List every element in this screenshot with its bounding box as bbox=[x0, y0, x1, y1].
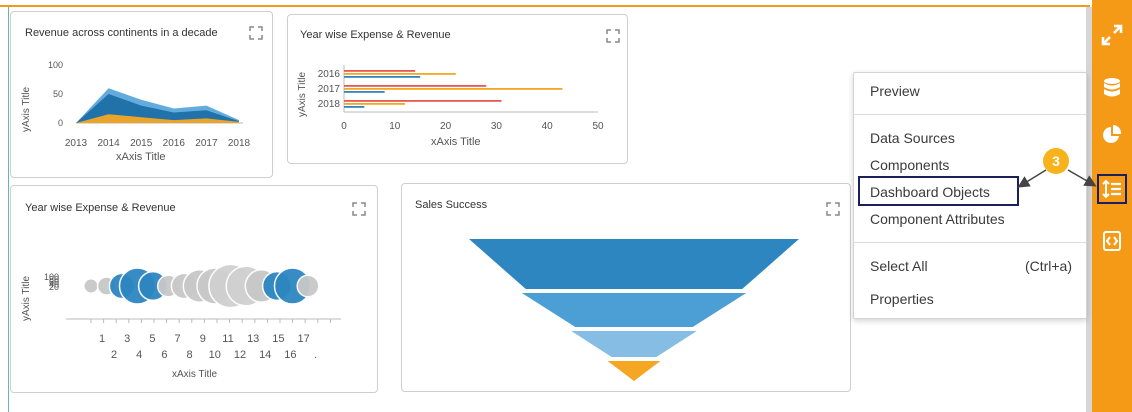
x-tick-label: 1 bbox=[99, 333, 105, 345]
y-tick-label: 100 bbox=[48, 60, 63, 70]
pie-chart-icon bbox=[1103, 124, 1122, 143]
x-tick-label: 3 bbox=[124, 333, 130, 345]
menu-item-component-attributes[interactable]: Component Attributes bbox=[870, 211, 1005, 227]
top-accent-line bbox=[0, 5, 1090, 7]
database-icon bbox=[1104, 78, 1120, 97]
y-tick-label: 2016 bbox=[318, 69, 341, 80]
y-tick-label: 0 bbox=[58, 118, 63, 128]
bar-chart: yAxis Title xAxis Title 2016 2017 20180 10 2… bbox=[297, 65, 604, 148]
x-tick-label: 8 bbox=[187, 349, 193, 361]
menu-item-properties[interactable]: Properties bbox=[870, 291, 934, 307]
bar-2018-0 bbox=[344, 100, 502, 102]
bar-2017-2 bbox=[344, 91, 385, 93]
x-tick-label: 9 bbox=[200, 333, 206, 345]
canvas-left-border bbox=[8, 7, 9, 412]
x-tick-label: 7 bbox=[175, 333, 181, 345]
funnel-stage-2 bbox=[521, 293, 747, 327]
y-axis-title: yAxis Title bbox=[21, 276, 32, 321]
x-tick-label: 12 bbox=[234, 349, 246, 361]
script-icon bbox=[1103, 231, 1121, 251]
menu-separator bbox=[854, 114, 1086, 115]
x-tick-label: 15 bbox=[272, 333, 284, 345]
x-tick-label: 2 bbox=[111, 349, 117, 361]
x-tick-label: 5 bbox=[149, 333, 155, 345]
bubble-point bbox=[296, 274, 320, 298]
x-tick-label: 10 bbox=[389, 121, 401, 132]
data-sources-button[interactable] bbox=[1098, 74, 1126, 102]
bar-2016-2 bbox=[344, 76, 421, 78]
funnel-stage-1 bbox=[469, 239, 799, 289]
x-tick-label: 30 bbox=[491, 121, 503, 132]
y-axis-title: yAxis Title bbox=[297, 72, 308, 117]
x-tick-label: 17 bbox=[297, 333, 309, 345]
x-tick-label: 0 bbox=[341, 121, 347, 132]
menu-item-select-all[interactable]: Select All bbox=[870, 258, 928, 274]
sales-success-panel[interactable]: Sales Success bbox=[401, 183, 851, 392]
revenue-continents-panel[interactable]: Revenue across continents in a decade yA… bbox=[10, 11, 273, 178]
expand-sidebar-button[interactable] bbox=[1098, 21, 1126, 49]
funnel-stage-3 bbox=[571, 331, 697, 357]
x-tick-label: 4 bbox=[136, 349, 142, 361]
menu-separator bbox=[854, 242, 1086, 243]
bubble-chart: yAxis Title xAxis Title 100806040201 3 5 7 9… bbox=[21, 263, 341, 380]
menu-item-components[interactable]: Components bbox=[870, 157, 949, 173]
right-sidebar bbox=[1092, 0, 1132, 412]
y-tick-label: 2018 bbox=[318, 99, 341, 110]
y-tick-label: 2017 bbox=[318, 84, 341, 95]
x-tick-label: 2016 bbox=[163, 138, 186, 149]
dashboard-objects-highlight bbox=[858, 176, 1019, 206]
funnel-chart bbox=[469, 239, 799, 381]
x-tick-label: 20 bbox=[440, 121, 452, 132]
x-tick-label: 2018 bbox=[228, 138, 251, 149]
y-tick-label: 50 bbox=[53, 89, 63, 99]
menu-item-data-sources[interactable]: Data Sources bbox=[870, 130, 955, 146]
components-button[interactable] bbox=[1098, 121, 1126, 149]
bar-2016-1 bbox=[344, 73, 456, 75]
x-tick-label: 2013 bbox=[65, 138, 88, 149]
expense-revenue-bubble-panel[interactable]: Year wise Expense & Revenue yAxis Title … bbox=[10, 185, 378, 393]
bar-2018-2 bbox=[344, 106, 365, 108]
x-axis-title: xAxis Title bbox=[116, 151, 166, 163]
x-tick-label: 6 bbox=[161, 349, 167, 361]
expense-revenue-bar-panel[interactable]: Year wise Expense & Revenue yAxis Title … bbox=[287, 14, 628, 164]
x-tick-label: 10 bbox=[209, 349, 221, 361]
script-button[interactable] bbox=[1098, 227, 1126, 255]
funnel-stage-4 bbox=[607, 361, 661, 381]
y-tick-label: 20 bbox=[49, 282, 59, 292]
y-axis-title: yAxis Title bbox=[21, 87, 32, 132]
expand-icon bbox=[1101, 24, 1123, 46]
area-chart: yAxis Title xAxis Title 100 50 02013 2014 20… bbox=[21, 60, 251, 163]
menu-item-preview[interactable]: Preview bbox=[870, 83, 920, 99]
bubble-point bbox=[83, 278, 99, 294]
x-tick-label: 40 bbox=[542, 121, 554, 132]
bar-2018-1 bbox=[344, 103, 405, 105]
bar-2017-1 bbox=[344, 88, 563, 90]
x-tick-label: 16 bbox=[284, 349, 296, 361]
x-axis-title: xAxis Title bbox=[172, 369, 217, 380]
x-tick-label: 14 bbox=[259, 349, 271, 361]
select-all-shortcut: (Ctrl+a) bbox=[1024, 258, 1072, 274]
bar-2017-0 bbox=[344, 85, 487, 87]
x-tick-label: 13 bbox=[247, 333, 259, 345]
x-tick-label: . bbox=[314, 349, 317, 361]
x-tick-label: 11 bbox=[222, 333, 233, 345]
x-tick-label: 2014 bbox=[97, 138, 120, 149]
step-number-badge: 3 bbox=[1043, 148, 1069, 174]
dashboard-objects-icon bbox=[1102, 179, 1121, 199]
bar-2016-0 bbox=[344, 70, 416, 72]
x-tick-label: 50 bbox=[592, 121, 604, 132]
x-tick-label: 2015 bbox=[130, 138, 153, 149]
dashboard-objects-button[interactable] bbox=[1097, 174, 1127, 204]
x-axis-title: xAxis Title bbox=[431, 136, 481, 148]
x-tick-label: 2017 bbox=[195, 138, 218, 149]
